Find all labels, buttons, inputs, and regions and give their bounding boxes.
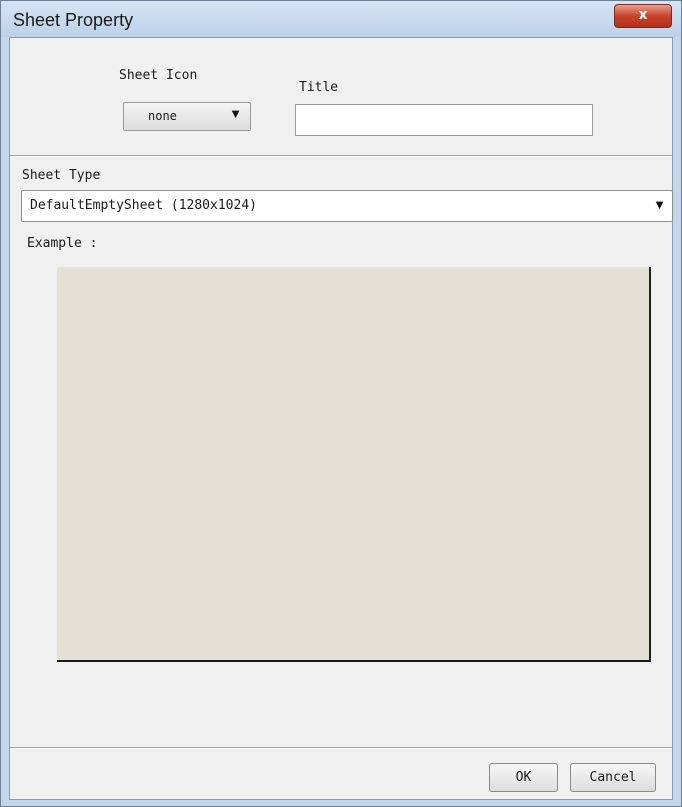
- sheet-type-label: Sheet Type: [22, 168, 101, 183]
- sheet-icon-label: Sheet Icon: [119, 68, 198, 83]
- cancel-button[interactable]: Cancel: [570, 763, 656, 792]
- sheet-preview: [57, 267, 651, 662]
- cancel-button-label: Cancel: [589, 770, 637, 785]
- divider: [10, 747, 672, 749]
- ok-button[interactable]: OK: [489, 763, 558, 792]
- example-label: Example :: [27, 236, 98, 251]
- dialog-body: Sheet Icon Title none ▼ Sheet Type Defau…: [9, 37, 673, 800]
- window-title: Sheet Property: [13, 10, 134, 30]
- close-icon: x: [638, 7, 648, 23]
- close-button[interactable]: x: [614, 4, 672, 28]
- title-bar[interactable]: Sheet Property x: [1, 1, 681, 37]
- sheet-icon-select-value: none: [148, 109, 177, 123]
- divider: [10, 155, 672, 157]
- dropdown-arrow-icon: ▼: [653, 197, 666, 212]
- sheet-type-select-value: DefaultEmptySheet (1280x1024): [30, 198, 257, 213]
- title-label: Title: [299, 80, 339, 95]
- sheet-icon-select[interactable]: none ▼: [123, 102, 251, 131]
- title-input[interactable]: [295, 104, 593, 136]
- sheet-type-select[interactable]: DefaultEmptySheet (1280x1024) ▼: [21, 190, 673, 222]
- dropdown-arrow-icon: ▼: [229, 106, 242, 121]
- sheet-property-dialog: Sheet Property x Sheet Icon Title none ▼…: [0, 0, 682, 807]
- ok-button-label: OK: [515, 770, 532, 785]
